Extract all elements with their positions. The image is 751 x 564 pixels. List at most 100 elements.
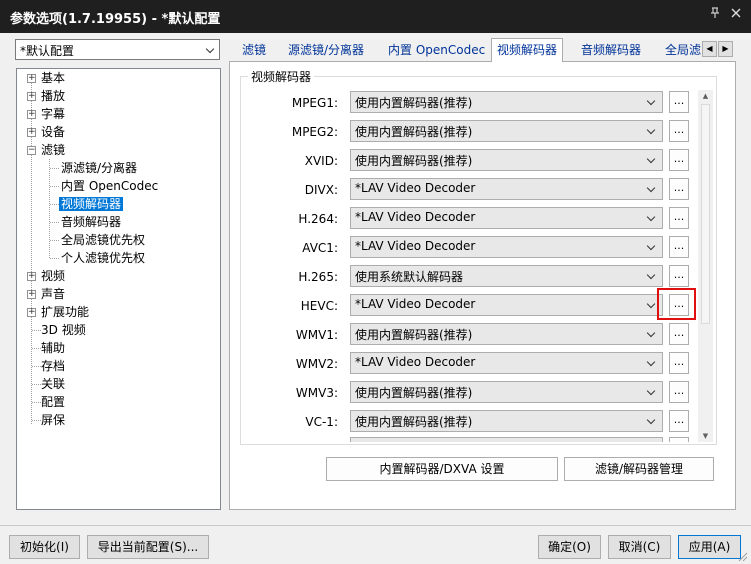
tree-connector xyxy=(32,384,41,385)
decoder-select-partial[interactable] xyxy=(350,437,663,442)
expand-icon[interactable]: + xyxy=(27,308,36,317)
tree-item-3d-video[interactable]: 3D 视频 xyxy=(41,322,86,339)
decoder-select-wmv2[interactable]: *LAV Video Decoder xyxy=(350,352,663,374)
tree-connector xyxy=(50,186,59,187)
row-label-avc1: AVC1: xyxy=(302,241,338,255)
title-bar[interactable]: 参数选项(1.7.19955) - *默认配置 xyxy=(0,0,751,33)
decoder-select-h265[interactable]: 使用系统默认解码器 xyxy=(350,265,663,287)
tree-item-screensaver[interactable]: 屏保 xyxy=(41,412,65,429)
tree-connector xyxy=(32,420,41,421)
tree-connector xyxy=(32,366,41,367)
tab-scroll-right-icon[interactable]: ▶ xyxy=(718,41,733,57)
decoder-settings-button-divx[interactable]: ... xyxy=(669,178,689,200)
tree-item-archive[interactable]: 存档 xyxy=(41,358,65,375)
scroll-up-icon[interactable]: ▲ xyxy=(698,90,713,102)
scroll-down-icon[interactable]: ▼ xyxy=(698,430,713,442)
decoder-select-hevc[interactable]: *LAV Video Decoder xyxy=(350,294,663,316)
decoder-select-wmv3[interactable]: 使用内置解码器(推荐) xyxy=(350,381,663,403)
tree-item-config[interactable]: 配置 xyxy=(41,394,65,411)
decoder-list-scrollbar[interactable]: ▲ ▼ xyxy=(698,90,713,442)
chevron-down-icon xyxy=(646,386,656,396)
decoder-select-wmv1[interactable]: 使用内置解码器(推荐) xyxy=(350,323,663,345)
tree-connector xyxy=(50,222,59,223)
tree-item-video-decoder[interactable]: 视频解码器 xyxy=(59,196,124,213)
expand-icon[interactable]: + xyxy=(27,128,36,137)
expand-icon[interactable]: + xyxy=(27,272,36,281)
decoder-settings-button-wmv3[interactable]: ... xyxy=(669,381,689,403)
decoder-settings-button-partial[interactable] xyxy=(669,437,689,442)
dxva-settings-button[interactable]: 内置解码器/DXVA 设置 xyxy=(326,457,558,481)
tree-connector xyxy=(32,402,41,403)
chevron-down-icon xyxy=(646,183,656,193)
decoder-select-vc1[interactable]: 使用内置解码器(推荐) xyxy=(350,410,663,432)
tab-video-decoder[interactable]: 视频解码器 xyxy=(491,38,564,62)
decoder-settings-button-wmv2[interactable]: ... xyxy=(669,352,689,374)
group-title: 视频解码器 xyxy=(248,68,315,85)
tab-audio-decoder[interactable]: 音频解码器 xyxy=(576,40,646,60)
decoder-settings-button-vc1[interactable]: ... xyxy=(669,410,689,432)
tree-item-audio-decoder[interactable]: 音频解码器 xyxy=(61,214,121,231)
pin-icon[interactable] xyxy=(706,7,724,25)
scrollbar-thumb[interactable] xyxy=(701,104,710,324)
decoder-select-mpeg1[interactable]: 使用内置解码器(推荐) xyxy=(350,91,663,113)
apply-button[interactable]: 应用(A) xyxy=(678,535,741,559)
filter-decoder-manager-button[interactable]: 滤镜/解码器管理 xyxy=(564,457,714,481)
cancel-button[interactable]: 取消(C) xyxy=(608,535,671,559)
export-config-button[interactable]: 导出当前配置(S)... xyxy=(87,535,209,559)
row-label-mpeg1: MPEG1: xyxy=(291,96,338,110)
tree-item-assist[interactable]: 辅助 xyxy=(41,340,65,357)
tree-item-personal-filter-priority[interactable]: 个人滤镜优先权 xyxy=(61,250,145,267)
expand-icon[interactable]: + xyxy=(27,74,36,83)
collapse-icon[interactable]: − xyxy=(27,146,36,155)
chevron-down-icon xyxy=(646,299,656,309)
expand-icon[interactable]: + xyxy=(27,290,36,299)
ok-button[interactable]: 确定(O) xyxy=(538,535,601,559)
close-icon[interactable] xyxy=(727,7,745,25)
tab-source-filter[interactable]: 源滤镜/分离器 xyxy=(283,40,369,60)
tab-filters[interactable]: 滤镜 xyxy=(237,40,271,60)
decoder-select-avc1[interactable]: *LAV Video Decoder xyxy=(350,236,663,258)
tree-item-global-filter-priority[interactable]: 全局滤镜优先权 xyxy=(61,232,145,249)
tree-item-source-filter[interactable]: 源滤镜/分离器 xyxy=(61,160,137,177)
chevron-down-icon xyxy=(646,328,656,338)
decoder-select-divx[interactable]: *LAV Video Decoder xyxy=(350,178,663,200)
settings-tree[interactable]: + 基本 + 播放 + 字幕 + 设备 − 滤镜 源滤镜/分离器 内置 Open… xyxy=(16,68,221,510)
tab-strip: 滤镜 源滤镜/分离器 内置 OpenCodec 视频解码器 音频解码器 全局滤 xyxy=(235,38,715,62)
tree-connector xyxy=(49,159,50,258)
row-label-divx: DIVX: xyxy=(304,183,338,197)
chevron-down-icon xyxy=(646,96,656,106)
expand-icon[interactable]: + xyxy=(27,92,36,101)
decoder-settings-button-avc1[interactable]: ... xyxy=(669,236,689,258)
decoder-select-mpeg2[interactable]: 使用内置解码器(推荐) xyxy=(350,120,663,142)
chevron-down-icon xyxy=(646,154,656,164)
tree-connector xyxy=(50,240,59,241)
decoder-settings-button-h264[interactable]: ... xyxy=(669,207,689,229)
decoder-settings-button-wmv1[interactable]: ... xyxy=(669,323,689,345)
decoder-select-xvid[interactable]: 使用内置解码器(推荐) xyxy=(350,149,663,171)
profile-dropdown[interactable]: *默认配置 xyxy=(15,39,220,60)
tree-connector xyxy=(50,204,59,205)
tree-item-opencodec[interactable]: 内置 OpenCodec xyxy=(61,178,158,195)
expand-icon[interactable]: + xyxy=(27,110,36,119)
chevron-down-icon xyxy=(646,212,656,222)
highlight-box xyxy=(657,288,696,320)
decoder-settings-button-mpeg2[interactable]: ... xyxy=(669,120,689,142)
decoder-settings-button-mpeg1[interactable]: ... xyxy=(669,91,689,113)
chevron-down-icon xyxy=(646,270,656,280)
row-label-hevc: HEVC: xyxy=(300,299,338,313)
chevron-down-icon xyxy=(205,44,215,54)
tab-opencodec[interactable]: 内置 OpenCodec xyxy=(383,40,490,60)
chevron-down-icon xyxy=(646,357,656,367)
tree-connector xyxy=(50,258,59,259)
preferences-window: 参数选项(1.7.19955) - *默认配置 *默认配置 + 基本 + 播放 … xyxy=(0,0,751,564)
chevron-down-icon xyxy=(646,415,656,425)
reset-button[interactable]: 初始化(I) xyxy=(9,535,80,559)
tree-item-association[interactable]: 关联 xyxy=(41,376,65,393)
resize-grip-icon[interactable] xyxy=(738,551,748,562)
row-label-mpeg2: MPEG2: xyxy=(291,125,338,139)
decoder-settings-button-xvid[interactable]: ... xyxy=(669,149,689,171)
tab-scroll-left-icon[interactable]: ◀ xyxy=(702,41,717,57)
row-label-wmv3: WMV3: xyxy=(295,386,338,400)
decoder-select-h264[interactable]: *LAV Video Decoder xyxy=(350,207,663,229)
decoder-settings-button-h265[interactable]: ... xyxy=(669,265,689,287)
